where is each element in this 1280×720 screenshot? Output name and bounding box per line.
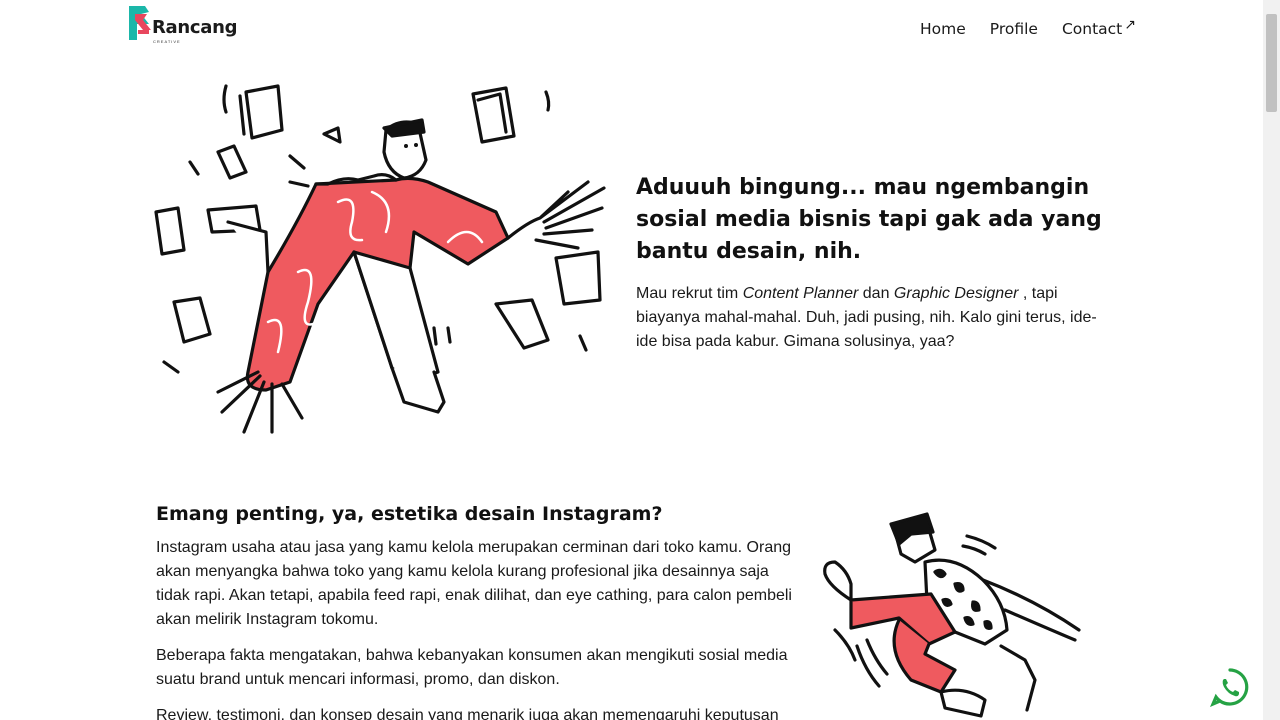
page-scrollbar[interactable] xyxy=(1263,0,1280,720)
section2-title: Emang penting, ya, estetika desain Insta… xyxy=(156,503,663,525)
section2-paragraph-3: Review, testimoni, dan konsep desain yan… xyxy=(156,707,779,720)
navbar: Rancang CREATIVE Home Profile Contact ↗ xyxy=(0,0,1263,62)
hero-desc-part1: Mau rekrut tim xyxy=(636,285,743,302)
hero-desc-content-planner: Content Planner xyxy=(742,285,859,302)
confused-person-illustration xyxy=(154,84,606,434)
nav-home-link[interactable]: Home xyxy=(920,20,966,38)
brand-logo[interactable]: Rancang CREATIVE xyxy=(127,4,238,44)
hero-desc-graphic-designer: Graphic Designer xyxy=(893,285,1019,302)
whatsapp-icon[interactable] xyxy=(1210,667,1250,707)
external-link-icon: ↗ xyxy=(1124,17,1136,33)
section2-paragraph-1: Instagram usaha atau jasa yang kamu kelo… xyxy=(156,539,792,628)
section2-paragraph-2: Beberapa fakta mengatakan, bahwa kebanya… xyxy=(156,647,788,688)
rancang-logo-icon xyxy=(129,6,151,40)
nav-contact-label: Contact xyxy=(1061,20,1123,38)
nav-profile-link[interactable]: Profile xyxy=(990,20,1038,38)
instagram-aesthetic-section: Emang penting, ya, estetika desain Insta… xyxy=(156,500,796,720)
brand-name: Rancang xyxy=(152,17,238,38)
scrollbar-thumb[interactable] xyxy=(1266,14,1277,112)
hero-title: Aduuuh bingung... mau ngembangin sosial … xyxy=(636,175,1102,264)
main-nav: Home Profile Contact ↗ xyxy=(920,17,1136,38)
brand-tagline: CREATIVE xyxy=(153,39,181,44)
nav-contact-link[interactable]: Contact ↗ xyxy=(1061,17,1136,38)
hero-description: Mau rekrut tim Content Planner dan Graph… xyxy=(636,282,1106,354)
hero-text-block: Aduuuh bingung... mau ngembangin sosial … xyxy=(636,172,1106,354)
jumping-person-illustration xyxy=(823,512,1081,718)
hero-desc-part2: dan xyxy=(858,285,894,302)
